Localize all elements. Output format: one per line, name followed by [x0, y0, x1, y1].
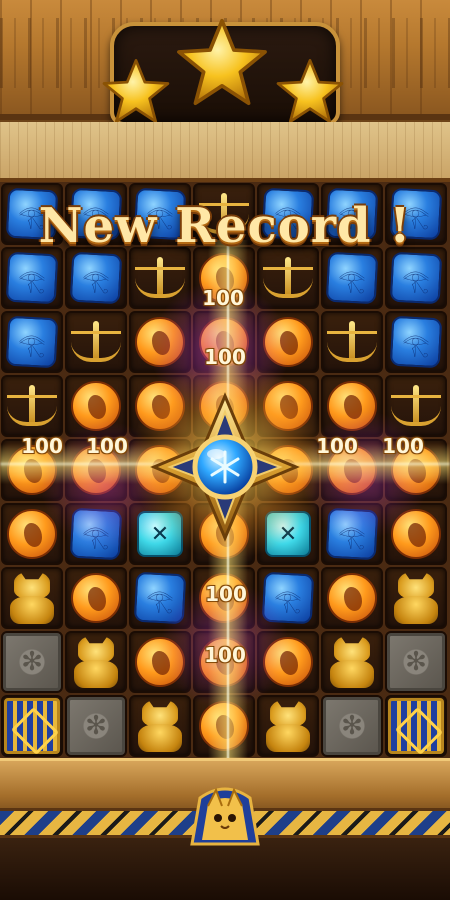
board-tile[interactable]	[65, 375, 127, 437]
board-tile[interactable]	[385, 631, 447, 693]
orange-gem-icon[interactable]	[71, 573, 121, 623]
board-tile[interactable]	[129, 311, 191, 373]
papyrus-strip	[0, 122, 450, 182]
board-tile[interactable]	[321, 631, 383, 693]
score-popup: 100	[204, 345, 246, 369]
board-tile[interactable]	[385, 503, 447, 565]
stone-gem-icon[interactable]	[387, 633, 445, 691]
board-tile[interactable]	[65, 695, 127, 757]
board-tile[interactable]	[321, 375, 383, 437]
orange-gem-icon[interactable]	[7, 509, 57, 559]
board-tile[interactable]	[65, 631, 127, 693]
scale-gem-icon[interactable]	[5, 381, 59, 431]
cat-gem-icon[interactable]	[4, 570, 60, 626]
star-icon	[102, 58, 170, 124]
score-popup: 100	[316, 434, 358, 458]
board-tile[interactable]	[65, 247, 127, 309]
chest-gem-icon[interactable]	[4, 698, 60, 754]
board-tile[interactable]	[1, 631, 63, 693]
cat-gem-icon[interactable]	[132, 698, 188, 754]
scale-gem-icon[interactable]	[389, 381, 443, 431]
snowflake-orb-icon[interactable]	[150, 392, 300, 542]
scale-gem-icon[interactable]	[325, 317, 379, 367]
scale-gem-icon[interactable]	[69, 317, 123, 367]
blue-gem-icon[interactable]	[325, 507, 379, 561]
board-tile[interactable]	[1, 247, 63, 309]
cat-gem-icon[interactable]	[68, 634, 124, 690]
board-tile[interactable]	[321, 247, 383, 309]
board-tile[interactable]	[321, 503, 383, 565]
board-tile[interactable]	[193, 695, 255, 757]
stone-gem-icon[interactable]	[67, 697, 125, 755]
stone-gem-icon[interactable]	[3, 633, 61, 691]
board-tile[interactable]	[321, 311, 383, 373]
blue-gem-icon[interactable]	[69, 507, 123, 561]
board-tile[interactable]	[65, 567, 127, 629]
board-tile[interactable]	[257, 631, 319, 693]
orange-gem-icon[interactable]	[199, 701, 249, 751]
pharaoh-cat-icon	[180, 784, 270, 846]
score-popup: 100	[205, 582, 247, 606]
blue-gem-icon[interactable]	[69, 251, 123, 305]
board-tile[interactable]	[385, 247, 447, 309]
board-tile[interactable]	[257, 311, 319, 373]
board-tile[interactable]	[385, 311, 447, 373]
blue-gem-icon[interactable]	[261, 571, 315, 625]
score-popup: 100	[21, 434, 63, 458]
orange-gem-icon[interactable]	[327, 573, 377, 623]
board-tile[interactable]	[1, 567, 63, 629]
star-icon	[276, 58, 344, 124]
board-tile[interactable]	[1, 695, 63, 757]
board-tile[interactable]	[65, 311, 127, 373]
scale-gem-icon[interactable]	[261, 253, 315, 303]
board-tile[interactable]	[257, 247, 319, 309]
cat-gem-icon[interactable]	[388, 570, 444, 626]
score-popup: 100	[382, 434, 424, 458]
bottom-base	[0, 838, 450, 900]
board-tile[interactable]	[1, 311, 63, 373]
blue-gem-icon[interactable]	[325, 251, 379, 305]
cat-gem-icon[interactable]	[324, 634, 380, 690]
new-record-banner: New Record !	[38, 198, 412, 254]
board-tile[interactable]	[1, 375, 63, 437]
orange-gem-icon[interactable]	[263, 637, 313, 687]
orange-gem-icon[interactable]	[71, 381, 121, 431]
score-popup: 100	[202, 286, 244, 310]
board-tile[interactable]	[129, 567, 191, 629]
board-tile[interactable]	[1, 503, 63, 565]
star-icon	[176, 18, 268, 106]
board-tile[interactable]	[385, 695, 447, 757]
chest-gem-icon[interactable]	[388, 698, 444, 754]
board-tile[interactable]	[385, 567, 447, 629]
blue-gem-icon[interactable]	[5, 315, 59, 369]
orange-gem-icon[interactable]	[327, 381, 377, 431]
orange-gem-icon[interactable]	[391, 509, 441, 559]
orange-gem-icon[interactable]	[135, 317, 185, 367]
blue-gem-icon[interactable]	[389, 251, 443, 305]
board-tile[interactable]	[321, 567, 383, 629]
board-tile[interactable]	[257, 567, 319, 629]
game-screen: 100 100 100 100 100 100 100 100 New Reco…	[0, 0, 450, 900]
board-tile[interactable]	[321, 695, 383, 757]
cat-gem-icon[interactable]	[260, 698, 316, 754]
board-tile[interactable]	[129, 695, 191, 757]
stone-gem-icon[interactable]	[323, 697, 381, 755]
board-tile[interactable]	[257, 695, 319, 757]
blue-gem-icon[interactable]	[5, 251, 59, 305]
board-tile[interactable]	[129, 247, 191, 309]
blue-gem-icon[interactable]	[133, 571, 187, 625]
board-tile[interactable]	[385, 375, 447, 437]
board-tile[interactable]	[129, 631, 191, 693]
board-tile[interactable]	[65, 503, 127, 565]
orange-gem-icon[interactable]	[135, 637, 185, 687]
orange-gem-icon[interactable]	[263, 317, 313, 367]
score-popup: 100	[204, 643, 246, 667]
blue-gem-icon[interactable]	[389, 315, 443, 369]
score-popup: 100	[86, 434, 128, 458]
scale-gem-icon[interactable]	[133, 253, 187, 303]
